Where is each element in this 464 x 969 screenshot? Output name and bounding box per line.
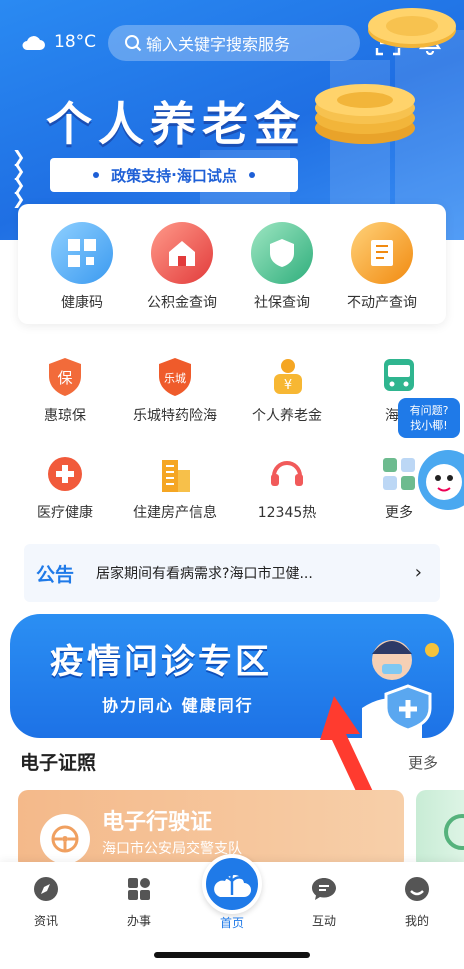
coconut-mascot-icon[interactable] — [414, 444, 464, 514]
hero-subtitle: 政策支持 · 海口试点 — [50, 158, 298, 192]
assistant-bubble-line1: 有问题? — [409, 404, 449, 417]
bullet-dot — [248, 172, 255, 178]
quick-item-social-security[interactable]: 社保查询 — [232, 222, 332, 312]
notice-text: 居家期间有看病需求?海口市卫健... — [96, 566, 313, 582]
svg-text:乐城: 乐城 — [164, 372, 186, 385]
next-cert-card[interactable] — [416, 790, 464, 870]
quick-item-housing-fund[interactable]: 公积金查询 — [132, 222, 232, 312]
bullet-dot — [93, 172, 100, 178]
assistant-bubble[interactable]: 有问题? 找小椰! — [398, 398, 460, 438]
compass-icon — [34, 877, 58, 901]
service-label: 住建房产信息 — [133, 505, 217, 521]
health-code-icon — [51, 222, 113, 284]
banner-title: 疫情问诊专区 — [50, 642, 272, 682]
tab-interact[interactable]: 互动 — [294, 876, 354, 929]
chevron-right-icon: › — [414, 562, 422, 583]
quick-access-card: 健康码 公积金查询 社保查询 不动产查询 — [18, 204, 446, 324]
svg-text:¥: ¥ — [284, 378, 292, 393]
service-item-pension[interactable]: ¥ 个人养老金 — [232, 355, 342, 425]
search-input[interactable]: 输入关键字搜索服务 — [108, 25, 360, 61]
service-label: 乐城特药险海 — [133, 408, 217, 424]
apps-icon — [128, 878, 150, 900]
service-label: 个人养老金 — [252, 408, 322, 424]
hero-subtitle-right: 海口试点 — [176, 166, 237, 185]
service-label: 惠琼保 — [44, 408, 86, 424]
search-placeholder: 输入关键字搜索服务 — [146, 35, 291, 54]
quick-item-label: 健康码 — [61, 295, 103, 311]
tab-label: 资讯 — [33, 914, 58, 928]
service-item-12345[interactable]: 12345热 — [232, 452, 342, 522]
search-icon — [125, 35, 142, 52]
notice-tag: 公告 — [36, 563, 75, 586]
epidemic-consult-banner[interactable]: 疫情问诊专区 协力同心 健康同行 — [10, 614, 454, 738]
more-link[interactable]: 更多 — [408, 752, 438, 773]
home-indicator — [154, 952, 310, 958]
weather-widget[interactable]: 18°C — [20, 32, 96, 52]
chevron-stack-icon: ❯ ❯ ❯ ❯ — [12, 147, 26, 208]
eye-icon — [444, 814, 464, 850]
shield-bao-icon: 保 — [43, 355, 87, 399]
quick-item-label: 社保查询 — [254, 295, 310, 311]
hero-title: 个人养老金 — [46, 97, 306, 151]
steering-wheel-icon — [40, 814, 90, 864]
tab-label: 我的 — [404, 914, 429, 928]
service-label: 12345热 — [257, 505, 317, 521]
chat-icon — [312, 878, 336, 900]
service-item-housing-info[interactable]: 住建房产信息 — [120, 452, 230, 522]
quick-item-real-estate[interactable]: 不动产查询 — [332, 222, 432, 312]
user-smile-icon — [405, 877, 429, 901]
tab-label: 首页 — [219, 916, 244, 930]
tab-label: 互动 — [311, 914, 336, 928]
service-item-huiqiongbao[interactable]: 保 惠琼保 — [10, 355, 120, 425]
housing-fund-icon — [151, 222, 213, 284]
tab-label: 办事 — [126, 914, 151, 928]
medical-cross-icon — [43, 452, 87, 496]
svg-text:保: 保 — [57, 369, 72, 387]
bus-icon — [377, 355, 421, 399]
app-screen: 18°C 输入关键字搜索服务 个人养老金 ❯❯❯❯ 政策支持 · 海口试点 — [0, 0, 464, 969]
coin-stack-icon — [368, 8, 456, 48]
quick-item-label: 公积金查询 — [147, 295, 217, 311]
palm-cloud-icon — [202, 854, 262, 914]
cert-card-title: 电子行驶证 — [102, 810, 213, 835]
section-title-certificates: 电子证照 — [20, 752, 97, 774]
assistant-bubble-line2: 找小椰! — [410, 419, 448, 432]
tab-news[interactable]: 资讯 — [16, 876, 76, 929]
hero-subtitle-left: 政策支持 — [111, 166, 172, 185]
service-label: 医疗健康 — [37, 505, 93, 521]
banner-subtitle: 协力同心 健康同行 — [102, 696, 254, 715]
weather-temp: 18°C — [54, 32, 97, 52]
tab-services[interactable]: 办事 — [109, 876, 169, 929]
building-icon — [153, 452, 197, 496]
shield-lecheng-icon: 乐城 — [153, 355, 197, 399]
gold-coins-icon — [315, 84, 415, 144]
quick-item-health-code[interactable]: 健康码 — [32, 222, 132, 312]
service-item-medical[interactable]: 医疗健康 — [10, 452, 120, 522]
social-security-icon — [251, 222, 313, 284]
service-item-lecheng[interactable]: 乐城 乐城特药险海 — [120, 355, 230, 425]
notice-bar[interactable]: 公告 居家期间有看病需求?海口市卫健... › — [24, 544, 440, 602]
real-estate-icon — [351, 222, 413, 284]
pension-icon: ¥ — [265, 355, 309, 399]
quick-item-label: 不动产查询 — [347, 295, 417, 311]
tab-mine[interactable]: 我的 — [387, 876, 447, 929]
headset-icon — [265, 452, 309, 496]
tab-home[interactable]: 首页 — [202, 854, 262, 931]
cloud-icon — [22, 36, 45, 50]
